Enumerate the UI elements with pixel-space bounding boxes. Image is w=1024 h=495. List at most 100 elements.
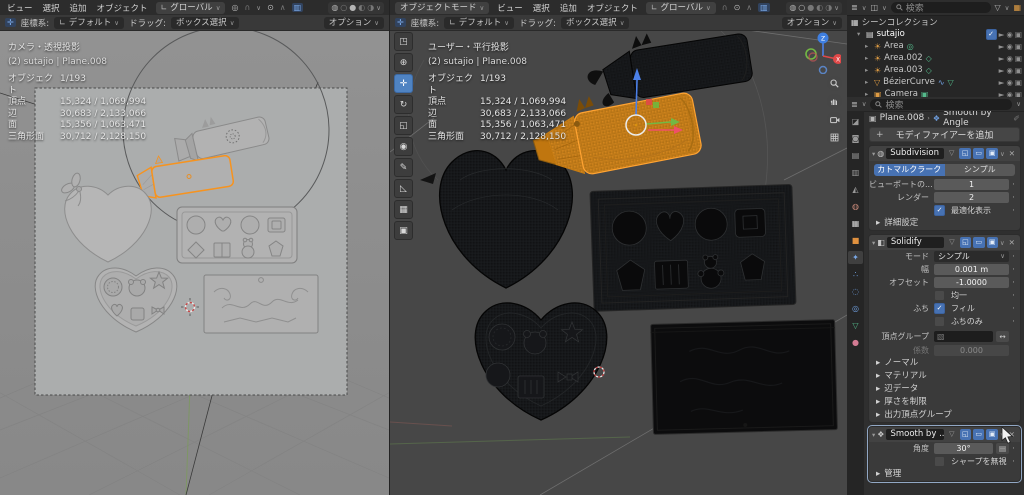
expand-icon[interactable]: ▸ — [865, 78, 871, 86]
expand-icon[interactable]: ▾ — [857, 30, 863, 38]
mode-dropdown[interactable]: シンプル ∨ — [934, 251, 1009, 262]
outliner-row-curve[interactable]: ▸ ▽ BézierCurve ∿ ▽ ► ◉ ▣ — [847, 76, 1024, 88]
render-toggle-icon[interactable]: ▣ — [1015, 30, 1022, 39]
rim-fill-checkbox[interactable]: ✓ — [934, 303, 945, 314]
editor-type-icon[interactable]: ≣ — [851, 100, 858, 109]
modifier-name-field[interactable]: Solidify — [886, 237, 945, 248]
tab-tool[interactable]: ◪ — [848, 115, 863, 128]
display-mode-icon[interactable]: ◫ — [870, 3, 878, 12]
hide-eye-icon[interactable]: ◉ — [1006, 66, 1013, 75]
show-on-cage-toggle[interactable]: ▽ — [946, 237, 957, 248]
modifier-name-field[interactable]: Subdivision — [886, 148, 944, 159]
overlays-icon[interactable]: ◍ — [331, 3, 338, 12]
show-edit-mode-toggle[interactable]: ◱ — [959, 237, 972, 248]
coord-system-dropdown[interactable]: ∟ デフォルト ∨ — [54, 16, 125, 29]
solid-shading-icon[interactable]: ● — [807, 3, 814, 12]
outliner-row-scene-collection[interactable]: ▦ シーンコレクション — [847, 16, 1024, 29]
invert-vertex-group-button[interactable]: ↔ — [996, 330, 1009, 342]
animate-dot[interactable]: · — [1009, 180, 1018, 190]
gizmo-toggle-icon[interactable]: ▥ — [758, 3, 770, 12]
menu-object[interactable]: オブジェクト — [95, 2, 150, 14]
modifier-header[interactable]: ▾ ❖ Smooth by ... ▽ ◱ ▭ ▣ ∨ ✕ — [869, 427, 1020, 442]
show-viewport-toggle[interactable]: ▭ — [973, 429, 985, 440]
ortho-grid-icon[interactable] — [827, 130, 842, 145]
wireframe-shading-icon[interactable]: ○ — [340, 3, 347, 12]
outliner-search-input[interactable]: 検索 — [890, 2, 991, 14]
falloff-icon[interactable]: ∧ — [746, 3, 752, 12]
plaque[interactable] — [203, 274, 319, 334]
overlays-icon[interactable]: ◍ — [789, 3, 796, 12]
gizmo-toggle-icon[interactable]: ▥ — [291, 3, 304, 12]
extras-dropdown[interactable]: ∨ — [1000, 150, 1005, 158]
viewport-camera[interactable]: ビュー 選択 追加 オブジェクト ∟ グローバル ∨ ◎ ∩ ∨ ⊙ ∧ ▥ ◍ … — [0, 0, 389, 495]
selectable-icon[interactable]: ► — [999, 42, 1005, 51]
manage-section[interactable]: ▸ 管理 — [869, 468, 1020, 481]
tab-world[interactable]: ◍ — [848, 200, 863, 213]
snap-dropdown[interactable]: ∨ — [256, 4, 261, 12]
tab-material[interactable]: ● — [848, 336, 863, 349]
show-render-toggle[interactable]: ▣ — [986, 148, 998, 159]
wireframe-shading-icon[interactable]: ○ — [798, 3, 805, 12]
collapse-icon[interactable]: ▾ — [872, 239, 875, 247]
animate-dot[interactable]: · — [1009, 193, 1018, 203]
pin-icon[interactable]: ✐ — [1013, 114, 1020, 123]
tab-scene[interactable]: ◭ — [848, 183, 863, 196]
tab-constraints[interactable]: ◎ — [848, 302, 863, 315]
collection-checkbox[interactable]: ✓ — [985, 28, 997, 40]
hide-eye-icon[interactable]: ◉ — [1006, 42, 1013, 51]
animate-dot[interactable]: · — [1009, 291, 1018, 301]
animate-dot[interactable]: · — [1009, 444, 1018, 454]
drag-mode-dropdown[interactable]: ボックス選択 ∨ — [170, 16, 240, 29]
breadcrumb-modifier[interactable]: Smooth by Angle — [943, 111, 1007, 128]
animate-dot[interactable]: · — [1009, 457, 1018, 467]
catmull-clark-tab[interactable]: カトマルクラーク — [874, 164, 945, 176]
proportional-edit-icon[interactable]: ⊙ — [734, 3, 741, 12]
menu-view[interactable]: ビュー — [5, 2, 35, 14]
zoom-icon[interactable] — [827, 76, 842, 91]
outliner-row-light[interactable]: ▸ ☀ Area.002 ◇ ► ◉ ▣ — [847, 52, 1024, 64]
modifier-header[interactable]: ▾ ◧ Solidify ▽ ◱ ▭ ▣ ∨ ✕ — [869, 235, 1020, 250]
menu-view[interactable]: ビュー — [495, 2, 525, 14]
new-collection-icon[interactable]: ▦ — [1013, 3, 1021, 12]
expand-icon[interactable]: ▸ — [865, 66, 871, 74]
add-cube-tool[interactable]: ▦ — [394, 200, 413, 219]
material-shading-icon[interactable]: ◐ — [816, 3, 823, 12]
tab-collection[interactable]: ▦ — [848, 217, 863, 230]
thickness-clamp-section[interactable]: ▸ 厚さを制限 — [869, 396, 1020, 409]
normals-section[interactable]: ▸ ノーマル — [869, 357, 1020, 370]
angle-field[interactable]: 30° — [934, 443, 993, 454]
show-viewport-toggle[interactable]: ▭ — [972, 148, 985, 159]
expand-icon[interactable]: ▸ — [865, 54, 871, 62]
navigation-gizmo[interactable]: Z X — [805, 30, 841, 74]
show-render-toggle[interactable]: ▣ — [986, 429, 998, 440]
options-dropdown[interactable]: オプション ∨ — [781, 16, 842, 29]
thickness-field[interactable]: 0.001 m — [934, 264, 1009, 275]
menu-select[interactable]: 選択 — [41, 2, 62, 14]
show-edit-mode-toggle[interactable]: ◱ — [959, 429, 971, 440]
viewport-user[interactable]: オブジェクトモード ∨ ビュー 選択 追加 オブジェクト ∟ グローバル ∨ ∩ ⊙… — [389, 0, 847, 495]
selectable-icon[interactable]: ► — [999, 90, 1005, 98]
mold-tray[interactable] — [176, 206, 298, 264]
material-shading-icon[interactable]: ◐ — [358, 3, 365, 12]
show-on-cage-toggle[interactable]: ▽ — [946, 148, 957, 159]
animate-dot[interactable]: · — [1009, 317, 1018, 327]
rotate-tool[interactable]: ↻ — [394, 95, 413, 114]
pan-hand-icon[interactable] — [827, 94, 842, 109]
animate-dot[interactable]: · — [1009, 278, 1018, 288]
selectable-icon[interactable]: ► — [999, 78, 1005, 87]
render-levels-field[interactable]: 2 — [934, 192, 1009, 203]
rim-only-checkbox[interactable] — [934, 316, 945, 327]
selectable-icon[interactable]: ► — [999, 66, 1005, 75]
render-toggle-icon[interactable]: ▣ — [1015, 42, 1022, 51]
extras-dropdown[interactable]: ∨ — [1000, 239, 1005, 247]
tab-object-data[interactable]: ▽ — [848, 319, 863, 332]
selectable-icon[interactable]: ► — [999, 30, 1005, 39]
mode-dropdown[interactable]: オブジェクトモード ∨ — [395, 1, 490, 14]
rendered-shading-icon[interactable]: ◑ — [825, 3, 832, 12]
tab-physics[interactable]: ◌ — [848, 285, 863, 298]
collapse-icon[interactable]: ▾ — [872, 150, 875, 158]
materials-section[interactable]: ▸ マテリアル — [869, 370, 1020, 383]
delete-modifier-icon[interactable]: ✕ — [1007, 238, 1017, 247]
falloff-icon[interactable]: ∧ — [280, 3, 286, 12]
delete-modifier-icon[interactable]: ✕ — [1007, 149, 1017, 158]
